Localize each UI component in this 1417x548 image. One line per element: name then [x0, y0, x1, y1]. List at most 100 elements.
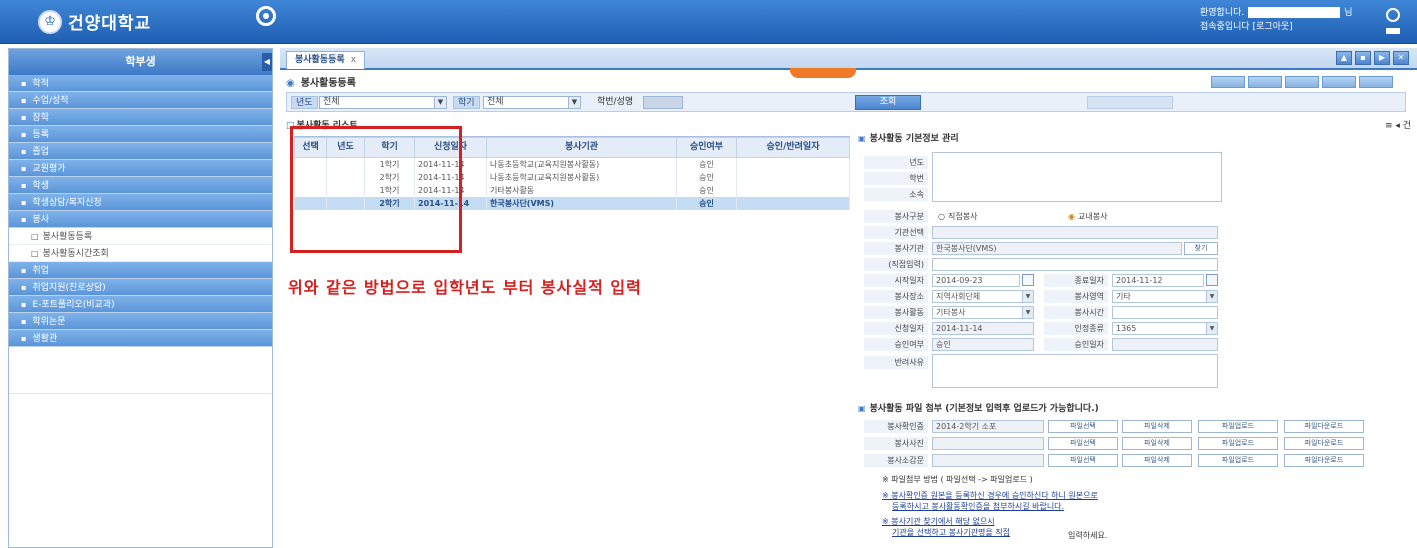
org-select-label: 기관선택 [864, 226, 928, 239]
student-field[interactable] [643, 96, 683, 109]
file-select-button[interactable]: 파일선택 [1048, 437, 1118, 450]
system-logo[interactable] [246, 6, 286, 26]
calendar-icon[interactable] [1206, 274, 1218, 286]
sidebar-item-counseling[interactable]: 학생상담/복지신청 [9, 194, 272, 211]
apply-date-label: 신청일자 [864, 322, 928, 335]
sidebar-item-student[interactable]: 학생 [9, 177, 272, 194]
chevron-down-icon: ▼ [1206, 323, 1217, 334]
top-header: ♔ 건양대학교 환영합니다. 님 접속중입니다 [로그아웃] [0, 0, 1417, 44]
year-select-value: 전체 [323, 97, 340, 107]
sidebar-item-dormitory[interactable]: 생활관 [9, 330, 272, 347]
term-select[interactable]: 전체 ▼ [483, 96, 581, 109]
sidebar-item-portfolio[interactable]: E-포트폴리오(비교과) [9, 296, 272, 313]
delete-button[interactable] [1285, 76, 1319, 88]
radio-direct-service[interactable]: 직접봉사 [938, 211, 977, 222]
year-field-label: 년도 [864, 156, 928, 169]
org-search-button[interactable]: 찾기 [1184, 242, 1218, 255]
chevron-down-icon: ▼ [1022, 307, 1033, 318]
window-controls: ▲ ▪ ▶ ✕ [1336, 51, 1409, 65]
welcome-text: 환영합니다. [1200, 8, 1245, 18]
service-type-label: 봉사구분 [864, 210, 928, 223]
chevron-down-icon: ▼ [1206, 291, 1217, 302]
attach-label-photo: 봉사사진 [864, 437, 928, 450]
file-delete-button[interactable]: 파일삭제 [1122, 420, 1192, 433]
sidebar-item-graduation[interactable]: 졸업 [9, 143, 272, 160]
save-button[interactable] [1248, 76, 1282, 88]
chevron-down-icon: ▼ [568, 97, 580, 108]
org-select-field[interactable] [932, 226, 1218, 239]
sidebar-item-volunteer[interactable]: 봉사 [9, 211, 272, 228]
collapse-sidebar-button[interactable]: ◀ [262, 53, 272, 71]
orange-handle[interactable] [790, 68, 856, 78]
file-select-button[interactable]: 파일선택 [1048, 454, 1118, 467]
col-approval: 승인여부 [676, 137, 737, 158]
next-icon[interactable]: ▶ [1374, 51, 1390, 65]
file-download-button[interactable]: 파일다운로드 [1284, 420, 1364, 433]
file-download-button[interactable]: 파일다운로드 [1284, 454, 1364, 467]
cell: 한국봉사단(VMS) [486, 196, 677, 210]
calendar-icon[interactable] [1022, 274, 1034, 286]
recognized-select[interactable]: 1365 ▼ [1112, 322, 1218, 335]
excel-button[interactable] [1359, 76, 1393, 88]
attach-note-org-2: 기관을 선택하고 봉사기관명을 직접 [892, 528, 1011, 537]
sidebar-sub-volunteer-hours[interactable]: 봉사활동시간조회 [9, 245, 272, 262]
start-date-field[interactable]: 2014-09-23 [932, 274, 1020, 287]
attach-file-certificate: 2014-2학기 소포 [932, 420, 1044, 433]
tab-close-icon[interactable]: x [351, 55, 356, 65]
settings-icon[interactable] [1386, 8, 1400, 22]
file-delete-button[interactable]: 파일삭제 [1122, 454, 1192, 467]
org-name-field[interactable]: 한국봉사단(VMS) [932, 242, 1182, 255]
attach-note-original-1: ※ 봉사확인증 원본을 등록하신 경우에 승인하신다 하니 원본으로 [882, 491, 1098, 500]
university-logo[interactable]: ♔ 건양대학교 [38, 9, 151, 34]
cell [736, 170, 850, 184]
file-delete-button[interactable]: 파일삭제 [1122, 437, 1192, 450]
new-button[interactable] [1211, 76, 1245, 88]
file-upload-button[interactable]: 파일업로드 [1198, 437, 1278, 450]
affiliation-label: 소속 [864, 188, 928, 201]
user-info: 환영합니다. 님 접속중입니다 [로그아웃] [1200, 6, 1353, 34]
category-select-value: 기타 [1116, 292, 1131, 301]
year-select[interactable]: 전체 ▼ [319, 96, 447, 109]
logout-link[interactable]: 접속중입니다 [로그아웃] [1200, 20, 1353, 34]
sidebar-item-scholarship[interactable]: 장학 [9, 109, 272, 126]
hours-field[interactable] [1112, 306, 1218, 319]
sidebar-item-thesis[interactable]: 학위논문 [9, 313, 272, 330]
career-input-field[interactable] [932, 258, 1218, 271]
file-upload-button[interactable]: 파일업로드 [1198, 454, 1278, 467]
activity-select[interactable]: 기타봉사 ▼ [932, 306, 1034, 319]
sidebar-item-academic[interactable]: 학적 [9, 75, 272, 92]
student-label: 학번/성명 [597, 97, 634, 107]
sidebar-item-career[interactable]: 취업지원(진로상담) [9, 279, 272, 296]
sidebar-item-employment[interactable]: 취업 [9, 262, 272, 279]
stop-icon[interactable]: ▪ [1355, 51, 1371, 65]
sidebar-item-courses[interactable]: 수업/성적 [9, 92, 272, 109]
close-all-icon[interactable]: ✕ [1393, 51, 1409, 65]
sidebar-item-registration[interactable]: 등록 [9, 126, 272, 143]
col-org: 봉사기관 [486, 137, 677, 158]
recognized-select-value: 1365 [1116, 324, 1137, 333]
menu-icon[interactable] [1386, 28, 1400, 34]
reject-reason-label: 반려사유 [864, 356, 928, 369]
attach-file-photo [932, 437, 1044, 450]
highlight-box [290, 126, 462, 253]
print-button[interactable] [1322, 76, 1356, 88]
search-button[interactable]: 조회 [855, 95, 921, 110]
tab-bar: 봉사활동등록 x ▲ ▪ ▶ ✕ [280, 48, 1417, 70]
attach-note-method: ※ 파일첨부 방법 ( 파일선택 -> 파일업로드 ) [882, 475, 1033, 484]
term-select-value: 전체 [487, 97, 504, 107]
end-date-field[interactable]: 2014-11-12 [1112, 274, 1204, 287]
radio-school-service[interactable]: 교내봉사 [1068, 211, 1107, 222]
file-select-button[interactable]: 파일선택 [1048, 420, 1118, 433]
tab-volunteer-register[interactable]: 봉사활동등록 x [286, 51, 366, 69]
attach-note-original-2: 등록하시고 봉사활동확인증을 첨부하시길 바랍니다. [892, 502, 1065, 511]
sidebar-item-evaluation[interactable]: 교원평가 [9, 160, 272, 177]
cell: 승인 [676, 170, 737, 184]
file-upload-button[interactable]: 파일업로드 [1198, 420, 1278, 433]
sidebar-sub-volunteer-register[interactable]: 봉사활동등록 [9, 228, 272, 245]
place-select[interactable]: 지역사회단체 ▼ [932, 290, 1034, 303]
category-select[interactable]: 기타 ▼ [1112, 290, 1218, 303]
activity-select-value: 기타봉사 [936, 308, 966, 317]
home-icon[interactable]: ▲ [1336, 51, 1352, 65]
apply-date-field: 2014-11-14 [932, 322, 1034, 335]
file-download-button[interactable]: 파일다운로드 [1284, 437, 1364, 450]
